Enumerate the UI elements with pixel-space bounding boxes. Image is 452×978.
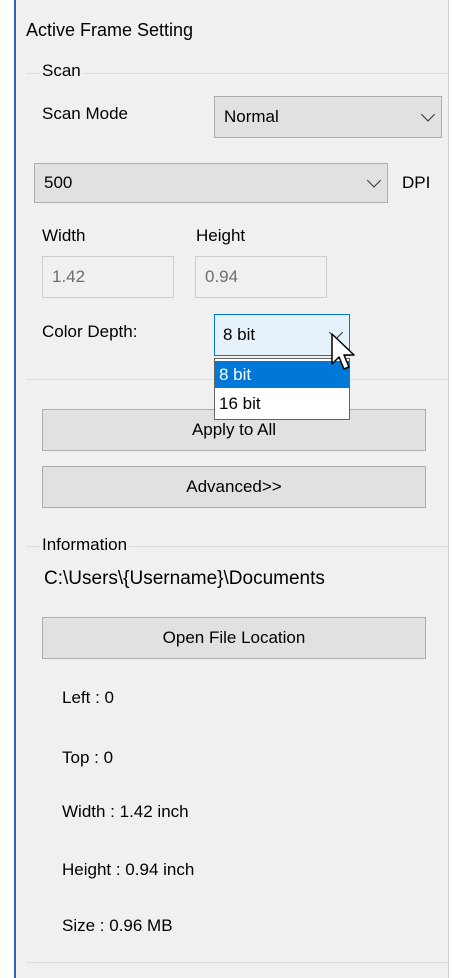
file-path: C:\Users\{Username}\Documents	[44, 568, 325, 589]
window-border	[14, 0, 16, 978]
dpi-unit-label: DPI	[402, 173, 431, 192]
color-depth-value: 8 bit	[223, 325, 256, 344]
open-file-location-label: Open File Location	[162, 628, 306, 647]
scan-mode-value: Normal	[224, 107, 279, 126]
advanced-label: Advanced>>	[186, 477, 282, 496]
window-right-edge	[448, 0, 452, 978]
mouse-pointer-icon	[331, 333, 355, 370]
height-label: Height	[196, 226, 246, 245]
open-file-location-button[interactable]: Open File Location	[42, 617, 426, 659]
info-size: Size : 0.96 MB	[62, 916, 173, 935]
chevron-down-icon	[420, 107, 436, 122]
information-group-label: Information	[40, 535, 130, 555]
info-top: Top : 0	[62, 748, 114, 767]
scan-mode-label: Scan Mode	[42, 104, 128, 123]
scan-mode-select[interactable]: Normal	[214, 96, 442, 138]
information-group-bottom	[26, 962, 448, 963]
apply-to-all-label: Apply to All	[191, 420, 277, 439]
info-height: Height : 0.94 inch	[62, 860, 195, 879]
active-frame-setting-panel: Active Frame Setting Scan Scan Mode Norm…	[0, 0, 452, 978]
advanced-button[interactable]: Advanced>>	[42, 466, 426, 508]
height-field-value: 0.94	[205, 267, 239, 286]
dpi-select[interactable]: 500	[34, 163, 388, 203]
dpi-value: 500	[44, 173, 73, 192]
window-left-edge	[0, 0, 14, 978]
height-field[interactable]: 0.94	[195, 256, 327, 298]
width-field[interactable]: 1.42	[42, 256, 174, 298]
color-depth-option[interactable]: 16 bit	[215, 390, 349, 417]
width-field-value: 1.42	[52, 267, 86, 286]
scan-group-border	[26, 73, 448, 74]
scan-group-label: Scan	[40, 61, 83, 81]
panel-title: Active Frame Setting	[26, 20, 194, 40]
width-label: Width	[42, 226, 86, 245]
color-depth-label: Color Depth:	[42, 322, 138, 341]
info-left: Left : 0	[62, 688, 114, 707]
chevron-down-icon	[366, 173, 382, 188]
info-width: Width : 1.42 inch	[62, 802, 189, 821]
color-depth-option[interactable]: 8 bit	[215, 361, 349, 388]
